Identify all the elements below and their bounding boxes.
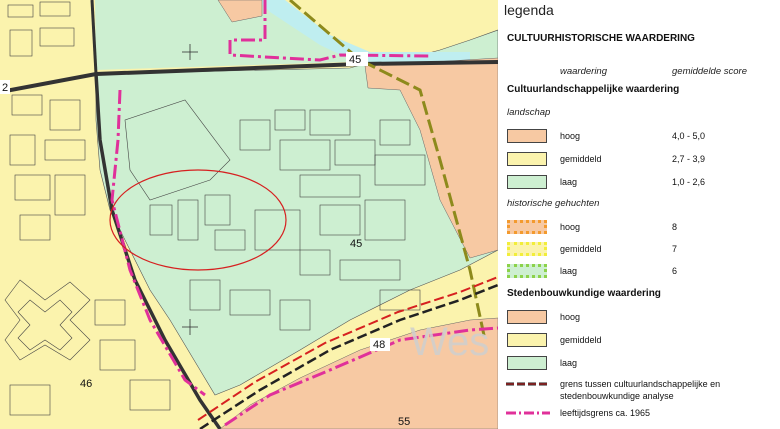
label-age-boundary: leeftijdsgrens ca. 1965 xyxy=(560,408,651,418)
label-analysis-boundary-line1: grens tussen cultuurlandschappelijke en xyxy=(560,379,721,389)
score-landschap-gemiddeld: 2,7 - 3,9 xyxy=(672,154,706,164)
line-icon-analysis-boundary xyxy=(506,382,550,386)
zone-label-2: 2 xyxy=(2,82,8,94)
zone-label-46: 46 xyxy=(80,378,92,390)
swatch-steden-laag xyxy=(507,356,547,370)
map-screenshot: 2 45 45 48 46 55 Wes legenda CULTUURHIST… xyxy=(0,0,780,429)
label-landschap-gemiddeld: gemiddeld xyxy=(560,154,602,164)
label-gehuchten-hoog: hoog xyxy=(560,222,581,232)
label-steden-laag: laag xyxy=(560,358,578,368)
label-analysis-boundary-line2: stedenbouwkundige analyse xyxy=(560,391,674,401)
score-gehuchten-laag: 6 xyxy=(672,266,678,276)
legend-panel: legenda CULTUURHISTORISCHE WAARDERING wa… xyxy=(498,0,780,429)
map-area[interactable]: 2 45 45 48 46 55 Wes xyxy=(0,0,498,429)
score-landschap-hoog: 4,0 - 5,0 xyxy=(672,131,706,141)
label-analysis-boundary: grens tussen cultuurlandschappelijke en … xyxy=(560,378,720,402)
label-steden-gemiddeld: gemiddeld xyxy=(560,335,602,345)
label-steden-hoog: hoog xyxy=(560,312,581,322)
label-landschap-hoog: hoog xyxy=(560,131,581,141)
place-name-fragment: Wes xyxy=(410,320,489,364)
label-gehuchten-laag: laag xyxy=(560,266,578,276)
swatch-gehuchten-hoog xyxy=(507,220,547,234)
label-gehuchten-gemiddeld: gemiddeld xyxy=(560,244,602,254)
zone-label-45-road: 45 xyxy=(349,54,361,66)
score-landschap-laag: 1,0 - 2,6 xyxy=(672,177,706,187)
legend-main-heading: CULTUURHISTORISCHE WAARDERING xyxy=(507,33,695,44)
zone-label-55: 55 xyxy=(398,416,410,428)
label-landschap-laag: laag xyxy=(560,177,578,187)
legend-title: legenda xyxy=(504,2,554,18)
score-gehuchten-hoog: 8 xyxy=(672,222,678,232)
zone-label-48: 48 xyxy=(373,339,385,351)
legend-col-score: gemiddelde score xyxy=(672,66,747,77)
swatch-landschap-hoog xyxy=(507,129,547,143)
swatch-landschap-laag xyxy=(507,175,547,189)
legend-landschap-sub: landschap xyxy=(507,107,551,118)
legend-gehuchten-sub: historische gehuchten xyxy=(507,198,600,209)
swatch-steden-gemiddeld xyxy=(507,333,547,347)
score-gehuchten-gemiddeld: 7 xyxy=(672,244,678,254)
legend-col-waardering: waardering xyxy=(560,66,607,77)
swatch-steden-hoog xyxy=(507,310,547,324)
line-icon-age-boundary xyxy=(506,411,550,415)
swatch-gehuchten-gemiddeld xyxy=(507,242,547,256)
zone-label-45-center: 45 xyxy=(350,238,362,250)
swatch-gehuchten-laag xyxy=(507,264,547,278)
legend-cultuur-heading: Cultuurlandschappelijke waardering xyxy=(507,84,680,95)
legend-steden-heading: Stedenbouwkundige waardering xyxy=(507,288,661,299)
swatch-landschap-gemiddeld xyxy=(507,152,547,166)
